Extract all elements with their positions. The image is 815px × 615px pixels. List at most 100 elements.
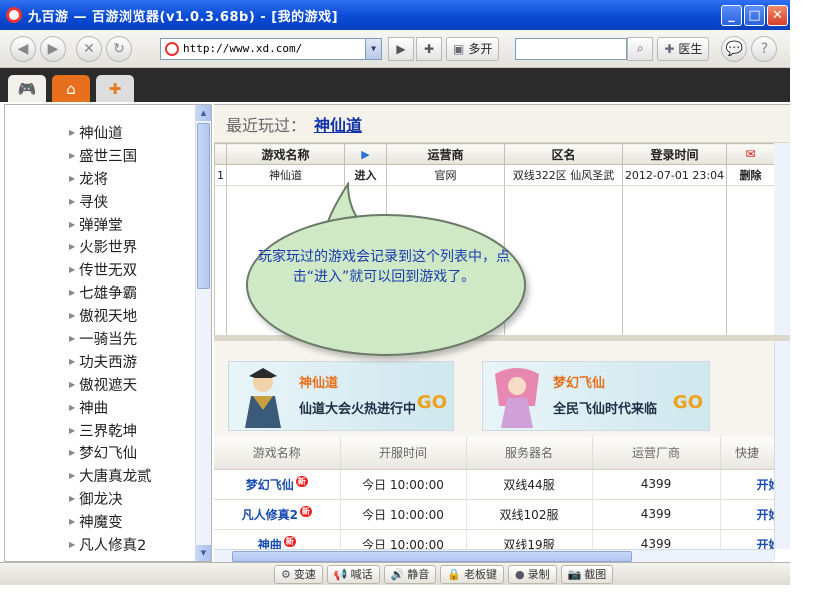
sidebar-game-item[interactable]: ▶ 弹弹堂 — [5, 213, 195, 236]
sidebar-game-item[interactable]: ▶ 寻侠 — [5, 190, 195, 213]
multi-open-button[interactable]: ▣ 多开 — [446, 36, 500, 61]
scroll-up-icon[interactable]: ▲ — [196, 105, 211, 121]
forward-arrow-icon: ▶ — [47, 40, 59, 57]
sidebar-game-label: 神魔变 — [79, 515, 123, 532]
servers-scrollbar[interactable] — [774, 341, 790, 549]
server-game-name[interactable]: 梦幻飞仙新 — [214, 469, 341, 500]
sidebar-scrollbar[interactable]: ▲ ▼ — [195, 105, 211, 561]
sidebar-game-label: 梦幻飞仙 — [79, 446, 138, 463]
scroll-down-icon[interactable]: ▼ — [196, 545, 211, 561]
toolbar: ◀ ▶ ✕ ↻ http://www.xd.com/ ▼ ▶ ✚ ▣ 多开 ⌕ ✚… — [0, 30, 790, 68]
bullet-arrow-icon: ▶ — [69, 242, 76, 252]
close-button[interactable]: ✕ — [767, 4, 788, 26]
sidebar-game-item[interactable]: ▶ 大唐真龙贰 — [5, 464, 195, 487]
tab-my-games[interactable]: 🎮 — [8, 75, 46, 102]
stop-button[interactable]: ✕ — [76, 35, 102, 62]
banner-shenxiandao[interactable]: 神仙道 仙道大会火热进行中 GO — [228, 361, 454, 431]
sidebar-game-item[interactable]: ▶ 龙将 — [5, 167, 195, 190]
search-input[interactable] — [515, 37, 628, 60]
game-name-header: 游戏名称 — [226, 143, 345, 165]
sidebar-game-item[interactable]: ▶ 一骑当先 — [5, 327, 195, 350]
start-game-link[interactable]: 开始 — [720, 499, 775, 530]
status-button[interactable]: 📢 喊话 — [326, 564, 380, 584]
recent-played: 最近玩过： 神仙道 — [214, 105, 790, 143]
sidebar-game-item[interactable]: ▶ 傲视遮天 — [5, 373, 195, 396]
start-game-link[interactable]: 开始 — [720, 469, 775, 500]
recent-game-link[interactable]: 神仙道 — [314, 112, 362, 136]
banner-menghuanfeixian[interactable]: 梦幻飞仙 全民飞仙时代来临 GO — [482, 361, 710, 431]
status-button-label: 截图 — [584, 568, 607, 581]
camera-icon: 📷 — [567, 567, 582, 581]
sidebar-game-label: 火影世界 — [79, 240, 138, 257]
add-button[interactable]: ✚ — [416, 36, 442, 61]
sidebar-game-item[interactable]: ▶ 傲视天地 — [5, 304, 195, 327]
minimize-button[interactable]: _ — [721, 4, 742, 26]
banner-slogan: 仙道大会火热进行中 — [299, 402, 417, 417]
scroll-thumb[interactable] — [232, 551, 632, 562]
sidebar-game-item[interactable]: ▶ 神仙道 — [5, 121, 195, 144]
address-input[interactable]: http://www.xd.com/ — [183, 42, 365, 55]
forward-button[interactable]: ▶ — [40, 35, 66, 62]
bullet-arrow-icon: ▶ — [69, 311, 76, 321]
tab-home[interactable]: ⌂ — [52, 75, 90, 102]
address-bar[interactable]: http://www.xd.com/ ▼ — [160, 37, 382, 60]
maximize-button[interactable]: □ — [744, 4, 765, 26]
banner-game-name: 神仙道 — [299, 376, 339, 391]
status-button[interactable]: 🔒 老板键 — [440, 564, 504, 584]
doctor-button[interactable]: ✚ 医生 — [657, 36, 710, 61]
status-button-label: 喊话 — [350, 568, 373, 581]
sidebar-game-item[interactable]: ▶ 传世无双 — [5, 258, 195, 281]
game-sidebar: ▶ 神仙道 ▶ 盛世三国 ▶ 龙将 ▶ 寻侠 ▶ 弹弹堂 ▶ 火影世界 ▶ 传世无双 ▶ 七雄争霸 ▶ 傲视天地 ▶… — [4, 104, 212, 562]
gamepad-icon: 🎮 — [17, 79, 37, 98]
search-icon: ⌕ — [636, 41, 644, 55]
server-game-name[interactable]: 凡人修真2 新 — [214, 499, 341, 530]
status-button[interactable]: 🔊 静音 — [383, 564, 437, 584]
bullet-arrow-icon: ▶ — [69, 196, 76, 206]
sidebar-game-label: 神仙道 — [79, 125, 123, 142]
banner-go[interactable]: GO — [673, 392, 703, 413]
sidebar-game-item[interactable]: ▶ 神曲 — [5, 396, 195, 419]
sidebar-game-item[interactable]: ▶ 火影世界 — [5, 235, 195, 258]
sidebar-game-item[interactable]: ▶ 凡人修真2 — [5, 533, 195, 556]
row-time: 2012-07-01 23:04 — [622, 164, 727, 186]
sidebar-game-item[interactable]: ▶ 神魔变 — [5, 510, 195, 533]
address-dropdown-icon[interactable]: ▼ — [365, 38, 381, 59]
sidebar-game-label: 御龙决 — [79, 492, 123, 509]
operator-header: 运营商 — [386, 143, 505, 165]
server-game-header: 游戏名称 — [214, 437, 341, 470]
sidebar-game-label: 神曲 — [79, 400, 109, 417]
search-button[interactable]: ⌕ — [627, 36, 654, 61]
horizontal-scrollbar[interactable] — [214, 549, 774, 563]
status-button[interactable]: ⚙ 变速 — [274, 564, 323, 584]
status-button[interactable]: 📷 截图 — [560, 564, 614, 584]
delete-button[interactable]: 删除 — [726, 164, 775, 186]
bullet-arrow-icon: ▶ — [69, 333, 76, 343]
sidebar-game-item[interactable]: ▶ 功夫西游 — [5, 350, 195, 373]
status-button[interactable]: ● 录制 — [507, 564, 557, 584]
tab-strip: 🎮 ⌂ ✚ — [0, 68, 790, 102]
title-bar: 九百游 — 百游浏览器(v1.0.3.68b) - [我的游戏] _ □ ✕ — [0, 0, 790, 30]
server-open-time: 今日 10:00:00 — [340, 469, 467, 500]
back-button[interactable]: ◀ — [10, 35, 36, 62]
lock-icon: 🔒 — [447, 567, 461, 581]
sidebar-game-item[interactable]: ▶ 御龙决 — [5, 487, 195, 510]
game-list: ▶ 神仙道 ▶ 盛世三国 ▶ 龙将 ▶ 寻侠 ▶ 弹弹堂 ▶ 火影世界 ▶ 传世无双 ▶ 七雄争霸 ▶ 傲视天地 ▶… — [5, 105, 195, 561]
help-button[interactable]: ? — [751, 35, 778, 62]
sidebar-game-item[interactable]: ▶ 梦幻飞仙 — [5, 441, 195, 464]
status-buttons: ⚙ 变速 📢 喊话 🔊 静音 🔒 老板键 ● 录制 📷 截图 — [274, 564, 617, 584]
sidebar-game-item[interactable]: ▶ 三界乾坤 — [5, 419, 195, 442]
sidebar-game-item[interactable]: ▶ 七雄争霸 — [5, 281, 195, 304]
chat-button[interactable]: 💬 — [721, 35, 748, 62]
history-scrollbar[interactable] — [774, 143, 790, 343]
scroll-thumb[interactable] — [197, 123, 210, 289]
sidebar-game-label: 功夫西游 — [79, 354, 138, 371]
callout-text: 玩家玩过的游戏会记录到这个列表中，点击“进入”就可以回到游戏了。 — [258, 249, 510, 285]
go-button[interactable]: ▶ — [388, 36, 414, 61]
sidebar-game-item[interactable]: ▶ 盛世三国 — [5, 144, 195, 167]
banner-go[interactable]: GO — [417, 392, 447, 413]
home-icon: ⌂ — [66, 79, 76, 98]
chat-icon: 💬 — [725, 40, 744, 57]
page-edge-right — [790, 0, 815, 615]
new-tab-button[interactable]: ✚ — [96, 75, 134, 102]
refresh-button[interactable]: ↻ — [106, 35, 132, 62]
